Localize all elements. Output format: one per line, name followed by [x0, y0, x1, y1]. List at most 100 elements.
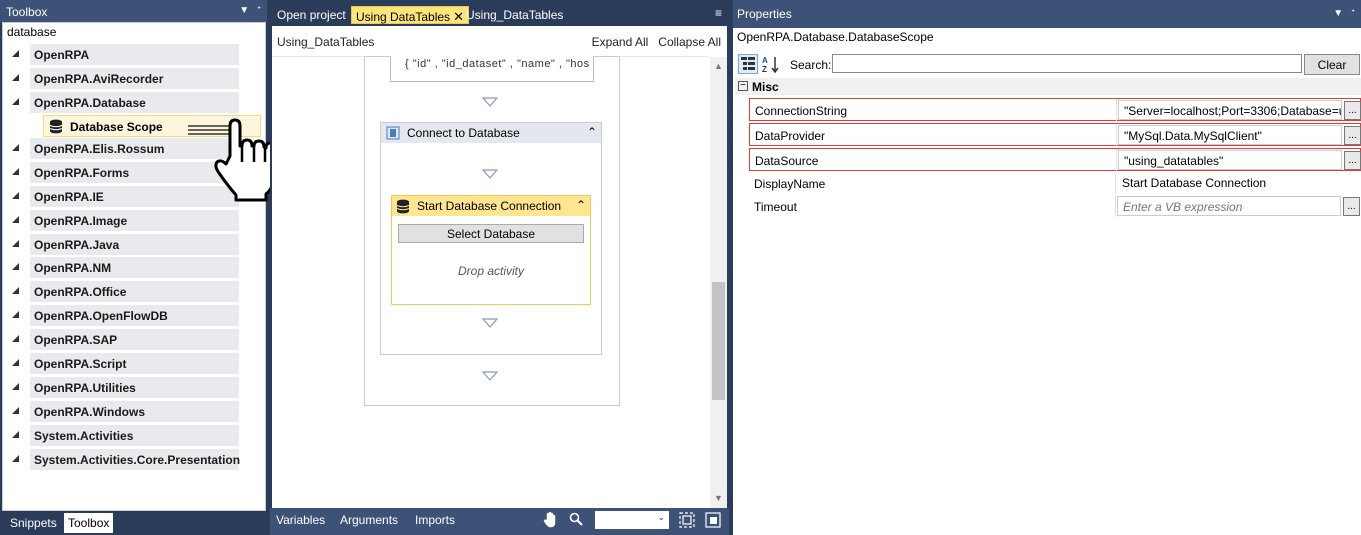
overview-icon[interactable]	[705, 512, 721, 528]
collapse-all-button[interactable]: Collapse All	[658, 35, 721, 49]
property-row-displayname[interactable]: DisplayName Start Database Connection	[749, 172, 1361, 195]
drop-arrow-icon[interactable]	[482, 371, 498, 381]
select-database-button[interactable]: Select Database	[398, 224, 584, 243]
connect-activity-icon	[386, 126, 400, 140]
toolbox-category[interactable]: OpenRPA.Database	[3, 91, 265, 113]
clear-button[interactable]: Clear	[1304, 54, 1360, 75]
toolbox-category[interactable]: OpenRPA.AviRecorder	[3, 67, 265, 89]
tab-imports[interactable]: Imports	[415, 513, 455, 527]
property-name: DisplayName	[754, 177, 826, 191]
toolbox-category[interactable]: OpenRPA.Java	[3, 233, 265, 255]
properties-toolbar: AZ Search: Clear	[735, 53, 1361, 75]
ellipsis-button[interactable]: ...	[1343, 197, 1360, 216]
toolbox-category[interactable]: OpenRPA.OpenFlowDB	[3, 304, 265, 326]
collapse-icon[interactable]: −	[738, 81, 748, 91]
pan-hand-icon[interactable]	[543, 511, 559, 529]
pin-icon[interactable]: ᐩ	[257, 5, 261, 16]
vertical-scrollbar[interactable]: ▲ ▼	[710, 57, 727, 508]
scroll-up-icon[interactable]: ▲	[714, 61, 723, 71]
dropdown-icon[interactable]: ▼	[1333, 8, 1343, 19]
collapse-chevron-icon[interactable]: ⌃	[576, 198, 586, 212]
property-row-timeout[interactable]: Timeout Enter a VB expression ...	[749, 195, 1361, 218]
ellipsis-button[interactable]: ...	[1344, 101, 1361, 120]
zoom-dropdown[interactable]: ⌄	[595, 511, 669, 529]
tab-menu-icon[interactable]: ≡	[715, 6, 722, 20]
property-name: ConnectionString	[755, 104, 848, 118]
chevron-down-icon[interactable]: ⌄	[657, 512, 665, 523]
toolbox-category[interactable]: OpenRPA	[3, 43, 265, 65]
drop-arrow-icon[interactable]	[482, 97, 498, 107]
toolbox-category[interactable]: OpenRPA.Office	[3, 280, 265, 302]
category-label: OpenRPA.Database	[30, 92, 239, 113]
drop-arrow-icon[interactable]	[482, 318, 498, 328]
property-name: Timeout	[754, 200, 797, 214]
property-grid: − Misc ConnectionString "Server=localhos…	[735, 78, 1361, 218]
drop-arrow-icon[interactable]	[482, 169, 498, 179]
tab-toolbox[interactable]: Toolbox	[64, 513, 114, 533]
property-value-input[interactable]: "MySql.Data.MySqlClient"	[1118, 125, 1342, 145]
categorized-view-icon[interactable]	[738, 54, 758, 74]
category-label: OpenRPA.Script	[30, 353, 239, 374]
database-icon	[395, 199, 411, 214]
toolbox-category[interactable]: OpenRPA.Script	[3, 352, 265, 374]
breadcrumb[interactable]: Using_DataTables	[277, 35, 374, 49]
toolbox-category[interactable]: System.Activities	[3, 424, 265, 446]
category-label: OpenRPA.SAP	[30, 329, 239, 350]
property-row-connectionstring[interactable]: ConnectionString "Server=localhost;Port=…	[749, 98, 1361, 121]
drop-activity-placeholder[interactable]: Drop activity	[392, 264, 590, 278]
property-value-input[interactable]: "Server=localhost;Port=3306;Database=u	[1118, 100, 1342, 120]
sort-alphabetical-icon[interactable]: AZ	[761, 54, 781, 74]
category-label: OpenRPA.Utilities	[30, 377, 239, 398]
toolbox-category[interactable]: OpenRPA.Utilities	[3, 376, 265, 398]
toolbox-search-input[interactable]: database	[7, 25, 261, 42]
expand-all-button[interactable]: Expand All	[592, 35, 649, 49]
collapse-chevron-icon[interactable]: ⌃	[587, 125, 597, 139]
property-row-dataprovider[interactable]: DataProvider "MySql.Data.MySqlClient" ..…	[749, 123, 1361, 146]
property-value-input[interactable]: Start Database Connection	[1117, 173, 1341, 193]
category-label: OpenRPA.AviRecorder	[30, 68, 239, 89]
tab-arguments[interactable]: Arguments	[340, 513, 398, 527]
start-database-connection-activity[interactable]: Start Database Connection ⌃ Select Datab…	[391, 195, 591, 305]
tab-using-datatables[interactable]: Using DataTables ✕	[351, 6, 469, 24]
toolbox-category[interactable]: OpenRPA.Windows	[3, 400, 265, 422]
toolbox-bottom-tabs: Snippets Toolbox	[0, 511, 267, 535]
column-divider	[1116, 124, 1117, 146]
toolbox-body: database OpenRPA OpenRPA.AviRecorder Ope…	[2, 22, 266, 511]
scroll-down-icon[interactable]: ▼	[714, 493, 723, 503]
properties-panel: Properties ▼ ᐩ OpenRPA.Database.Database…	[731, 0, 1361, 535]
toolbox-category[interactable]: OpenRPA.NM	[3, 256, 265, 278]
category-label: OpenRPA.Java	[30, 234, 239, 255]
property-name: DataProvider	[755, 129, 826, 143]
search-icon[interactable]	[569, 512, 583, 526]
activity-header: Connect to Database ⌃	[381, 123, 601, 143]
drag-hand-cursor-icon	[186, 116, 276, 206]
category-misc[interactable]: − Misc	[735, 78, 1361, 95]
svg-text:A: A	[762, 56, 768, 65]
columns-expression-box[interactable]: { "id" , "id_dataset" , "name" , "hos	[390, 56, 594, 82]
properties-search-input[interactable]	[832, 54, 1302, 73]
column-divider	[1115, 172, 1116, 194]
toolbox-category[interactable]: System.Activities.Core.Presentation	[3, 448, 265, 470]
database-icon	[48, 119, 64, 134]
category-label: OpenRPA.Windows	[30, 401, 239, 422]
search-label: Search:	[790, 58, 832, 72]
fit-to-screen-icon[interactable]	[679, 512, 695, 528]
pin-icon[interactable]: ᐩ	[1351, 8, 1355, 19]
dropdown-icon[interactable]: ▼	[239, 5, 249, 16]
tab-variables[interactable]: Variables	[276, 513, 325, 527]
scroll-thumb[interactable]	[712, 282, 725, 400]
ellipsis-button[interactable]: ...	[1344, 151, 1361, 170]
property-value-input[interactable]: "using_datatables"	[1118, 150, 1342, 170]
ellipsis-button[interactable]: ...	[1344, 126, 1361, 145]
property-value-input[interactable]: Enter a VB expression	[1117, 196, 1341, 216]
connect-to-database-activity[interactable]: Connect to Database ⌃ Start Database Con…	[380, 122, 602, 355]
designer-footer: Variables Arguments Imports ⌄	[270, 508, 729, 535]
tab-snippets[interactable]: Snippets	[6, 513, 61, 533]
svg-text:Z: Z	[762, 65, 767, 74]
toolbox-category[interactable]: OpenRPA.SAP	[3, 328, 265, 350]
tab-open-project[interactable]: Open project	[273, 6, 350, 24]
toolbox-category[interactable]: OpenRPA.Image	[3, 209, 265, 231]
property-row-datasource[interactable]: DataSource "using_datatables" ...	[749, 148, 1361, 171]
columns-text: { "id" , "id_dataset" , "name" , "hos	[405, 58, 590, 70]
tab-using-datatables-file[interactable]: Using_DataTables	[462, 6, 567, 24]
